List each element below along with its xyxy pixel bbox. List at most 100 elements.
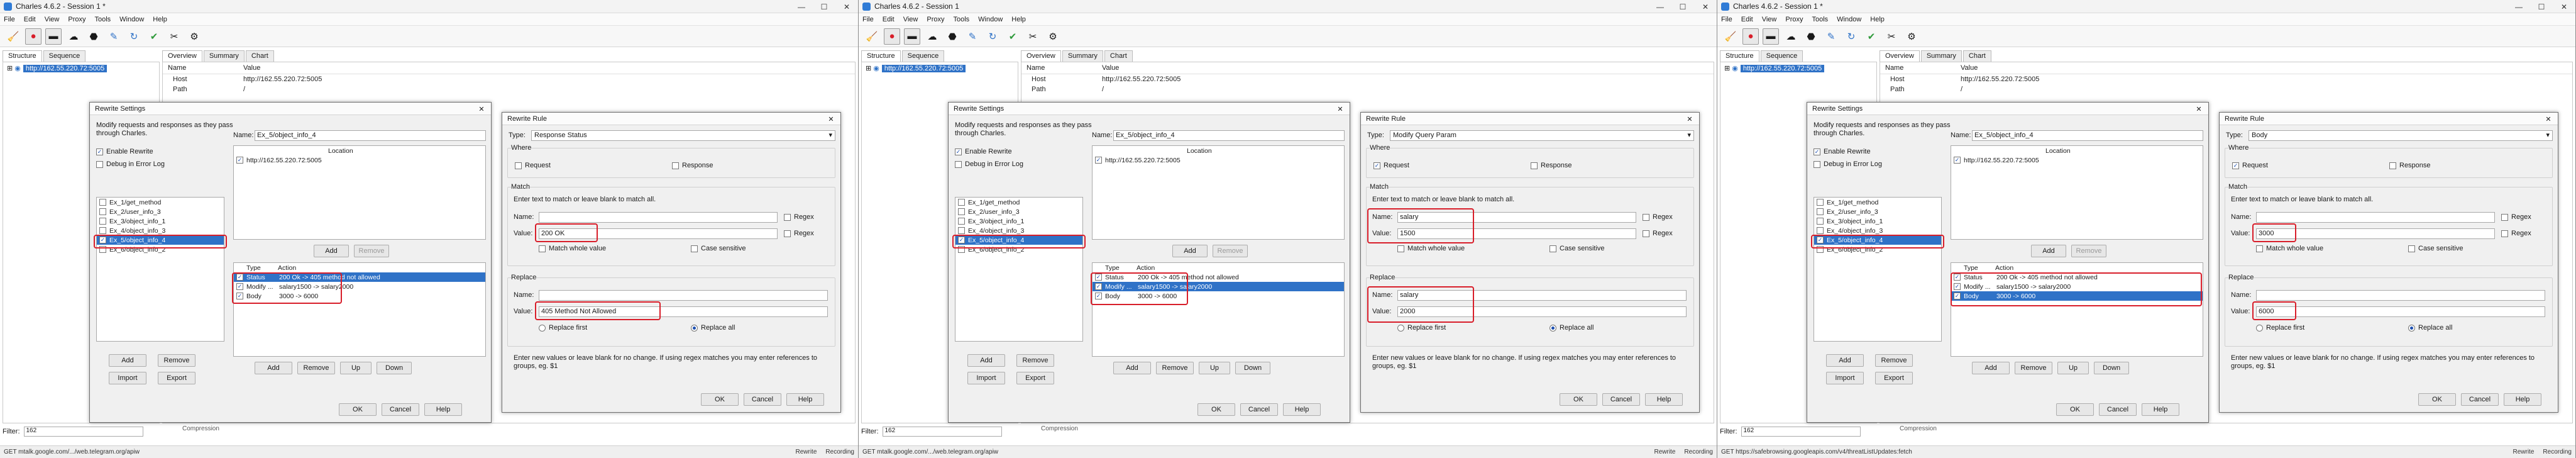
close-icon[interactable]: ✕ [1333, 104, 1347, 114]
tab-overview[interactable]: Overview [162, 50, 202, 62]
minimize-button[interactable]: — [2507, 0, 2530, 13]
refresh-icon[interactable]: ↻ [126, 28, 142, 45]
add-rule-button[interactable]: Add [255, 362, 292, 374]
tab-sequence[interactable]: Sequence [1760, 50, 1803, 62]
close-icon[interactable]: ✕ [824, 114, 838, 124]
add-location-button[interactable]: Add [314, 245, 349, 257]
menu-edit[interactable]: Edit [24, 16, 36, 23]
rewrite-set-item[interactable]: Ex_3/object_info_1 [1814, 216, 1941, 226]
add-location-button[interactable]: Add [1172, 245, 1208, 257]
ok-button[interactable]: OK [701, 393, 739, 406]
tab-summary[interactable]: Summary [203, 50, 245, 62]
rewrite-set-item[interactable]: Ex_6/object_info_2 [97, 245, 224, 254]
tab-chart[interactable]: Chart [245, 50, 274, 62]
tab-summary[interactable]: Summary [1920, 50, 1962, 62]
tools-icon[interactable]: ✂ [1883, 28, 1900, 45]
cancel-button[interactable]: Cancel [382, 403, 419, 416]
match-name-input[interactable]: salary [1397, 212, 1636, 223]
tree-host-row[interactable]: ⊞ ◉ http://162.55.220.72:5005 [3, 62, 159, 74]
close-icon[interactable]: ✕ [2192, 104, 2206, 114]
tree-host-row[interactable]: ⊞ ◉ http://162.55.220.72:5005 [862, 62, 1018, 74]
menu-window[interactable]: Window [978, 16, 1003, 23]
replace-first-radio[interactable]: Replace first [2256, 324, 2304, 332]
close-button[interactable]: ✕ [2553, 0, 2575, 13]
up-button[interactable]: Up [2057, 362, 2089, 374]
close-icon[interactable]: ✕ [2541, 114, 2555, 124]
pen-icon[interactable]: ✎ [1823, 28, 1839, 45]
menu-tools[interactable]: Tools [1812, 16, 1828, 23]
match-value-input[interactable]: 200 OK [539, 228, 778, 239]
menu-edit[interactable]: Edit [1741, 16, 1753, 23]
check-icon[interactable]: ✔ [1005, 28, 1021, 45]
replace-first-radio[interactable]: Replace first [539, 324, 587, 332]
replace-all-radio[interactable]: Replace all [1549, 324, 1593, 332]
down-button[interactable]: Down [1235, 362, 1270, 374]
menu-file[interactable]: File [862, 16, 874, 23]
throttle-icon[interactable]: ▬ [1763, 28, 1779, 45]
remove-set-button[interactable]: Remove [158, 354, 195, 367]
remove-location-button[interactable]: Remove [354, 245, 389, 257]
rewrite-set-item[interactable]: Ex_3/object_info_1 [955, 216, 1082, 226]
close-icon[interactable]: ✕ [475, 104, 488, 114]
tab-overview[interactable]: Overview [1021, 50, 1061, 62]
export-button[interactable]: Export [1016, 372, 1054, 384]
menu-view[interactable]: View [1762, 16, 1777, 23]
replace-all-radio[interactable]: Replace all [2408, 324, 2452, 332]
rewrite-set-item[interactable]: Ex_2/user_info_3 [955, 207, 1082, 216]
pen-icon[interactable]: ✎ [106, 28, 122, 45]
breakpoint-icon[interactable]: ⬣ [85, 28, 102, 45]
refresh-icon[interactable]: ↻ [1843, 28, 1859, 45]
match-value-input[interactable]: 1500 [1397, 228, 1636, 239]
status-recording[interactable]: Recording [1684, 449, 1713, 455]
record-icon[interactable]: ● [884, 28, 900, 45]
request-checkbox[interactable]: ✓ Request [1373, 162, 1409, 169]
menu-proxy[interactable]: Proxy [1785, 16, 1803, 23]
add-set-button[interactable]: Add [967, 354, 1005, 367]
rule-row[interactable]: ✓ Body 3000 -> 6000 [1951, 291, 2203, 301]
throttle-icon[interactable]: ▬ [45, 28, 62, 45]
replace-first-radio[interactable]: Replace first [1397, 324, 1446, 332]
tab-chart[interactable]: Chart [1962, 50, 1991, 62]
match-whole-checkbox[interactable]: Match whole value [539, 245, 606, 252]
status-recording[interactable]: Recording [825, 449, 854, 455]
filter-input[interactable]: 162 [1741, 427, 1861, 437]
rewrite-set-item[interactable]: ✓ Ex_5/object_info_4 [97, 235, 224, 245]
tree-host-label[interactable]: http://162.55.220.72:5005 [1740, 64, 1825, 72]
debug-error-log-checkbox[interactable]: Debug in Error Log [1814, 160, 1882, 168]
export-button[interactable]: Export [158, 372, 195, 384]
response-checkbox[interactable]: Response [2389, 162, 2431, 169]
tools-icon[interactable]: ✂ [166, 28, 182, 45]
tree-host-row[interactable]: ⊞ ◉ http://162.55.220.72:5005 [1720, 62, 1876, 74]
help-button[interactable]: Help [2504, 393, 2541, 406]
rule-row[interactable]: ✓ Status 200 Ok -> 405 method not allowed [1951, 272, 2203, 282]
minimize-button[interactable]: — [790, 0, 813, 13]
menu-file[interactable]: File [4, 16, 15, 23]
replace-value-input[interactable]: 6000 [2256, 306, 2545, 317]
remove-rule-button[interactable]: Remove [2015, 362, 2052, 374]
response-checkbox[interactable]: Response [672, 162, 713, 169]
tab-overview[interactable]: Overview [1880, 50, 1920, 62]
rewrite-set-item[interactable]: Ex_6/object_info_2 [1814, 245, 1941, 254]
gear-icon[interactable]: ⚙ [186, 28, 202, 45]
maximize-button[interactable]: ☐ [813, 0, 835, 13]
help-button[interactable]: Help [2142, 403, 2179, 416]
add-set-button[interactable]: Add [109, 354, 146, 367]
set-name-input[interactable]: Ex_5/object_info_4 [255, 130, 486, 141]
ok-button[interactable]: OK [1197, 403, 1235, 416]
menu-view[interactable]: View [903, 16, 918, 23]
refresh-icon[interactable]: ↻ [984, 28, 1001, 45]
rule-row[interactable]: ✓ Body 3000 -> 6000 [1093, 291, 1344, 301]
menu-help[interactable]: Help [153, 16, 167, 23]
breakpoint-icon[interactable]: ⬣ [944, 28, 960, 45]
expand-icon[interactable]: ⊞ [7, 64, 13, 72]
match-name-input[interactable] [539, 212, 778, 223]
maximize-button[interactable]: ☐ [2530, 0, 2553, 13]
tab-structure[interactable]: Structure [3, 50, 42, 62]
import-button[interactable]: Import [1826, 372, 1864, 384]
ok-button[interactable]: OK [339, 403, 377, 416]
remove-rule-button[interactable]: Remove [1156, 362, 1194, 374]
enable-rewrite-checkbox[interactable]: ✓ Enable Rewrite [955, 148, 1012, 155]
help-button[interactable]: Help [786, 393, 824, 406]
request-checkbox[interactable]: ✓ Request [2232, 162, 2268, 169]
rewrite-set-item[interactable]: Ex_2/user_info_3 [97, 207, 224, 216]
